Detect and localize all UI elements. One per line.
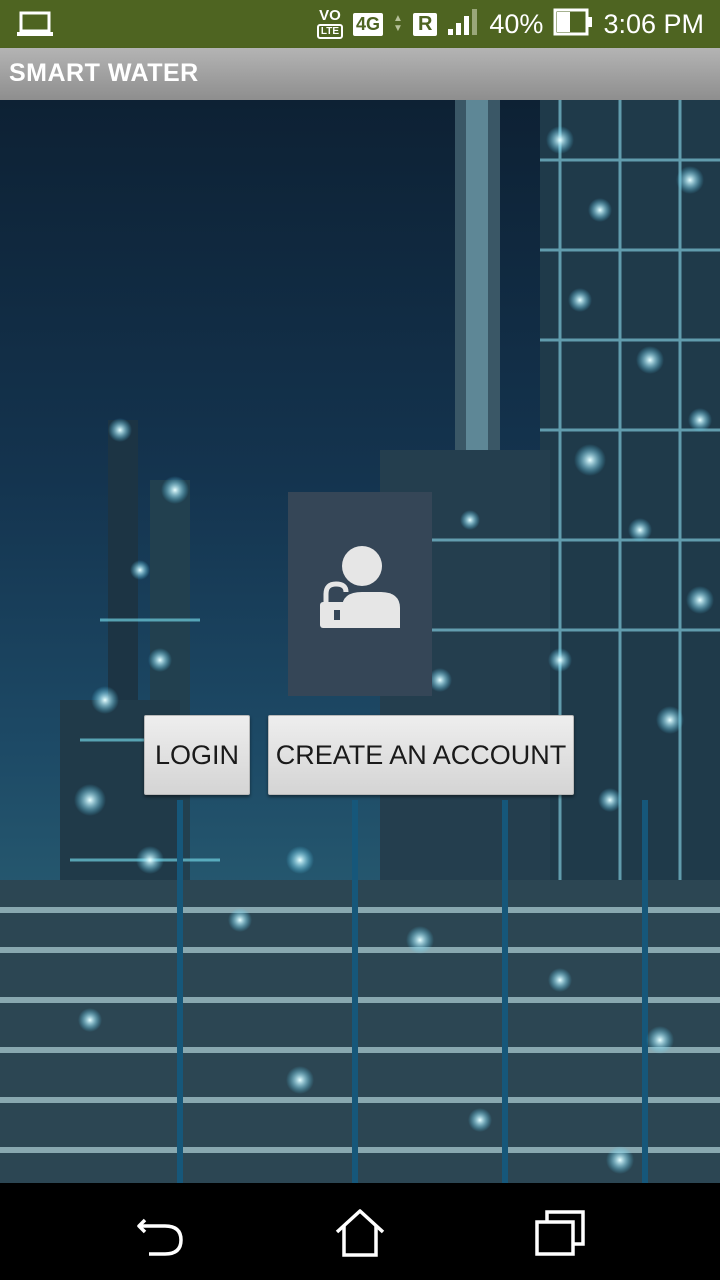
network-type-badge: 4G [353,12,384,36]
login-button[interactable]: LOGIN [144,715,250,795]
create-account-button[interactable]: CREATE AN ACCOUNT [268,715,574,795]
battery-icon [553,8,593,41]
back-icon[interactable] [135,1208,185,1258]
user-lock-icon [320,546,400,628]
clock: 3:06 PM [603,8,704,39]
status-bar: VO LTE 4G ▲ ▼ R 40% 3:06 PM [0,0,720,48]
user-lock-tile [288,492,432,696]
app-bar: SMART WATER [0,48,720,100]
recents-icon[interactable] [535,1208,585,1258]
battery-percent: 40% [489,8,544,39]
signal-icon [447,8,479,40]
app-title: SMART WATER [9,59,199,87]
laptop-icon [16,10,54,43]
home-icon[interactable] [334,1208,385,1258]
data-activity-icon: ▲ ▼ [393,13,403,34]
volte-indicator: VO LTE [316,8,344,39]
navigation-bar [0,1183,720,1280]
roaming-badge: R [412,12,438,36]
